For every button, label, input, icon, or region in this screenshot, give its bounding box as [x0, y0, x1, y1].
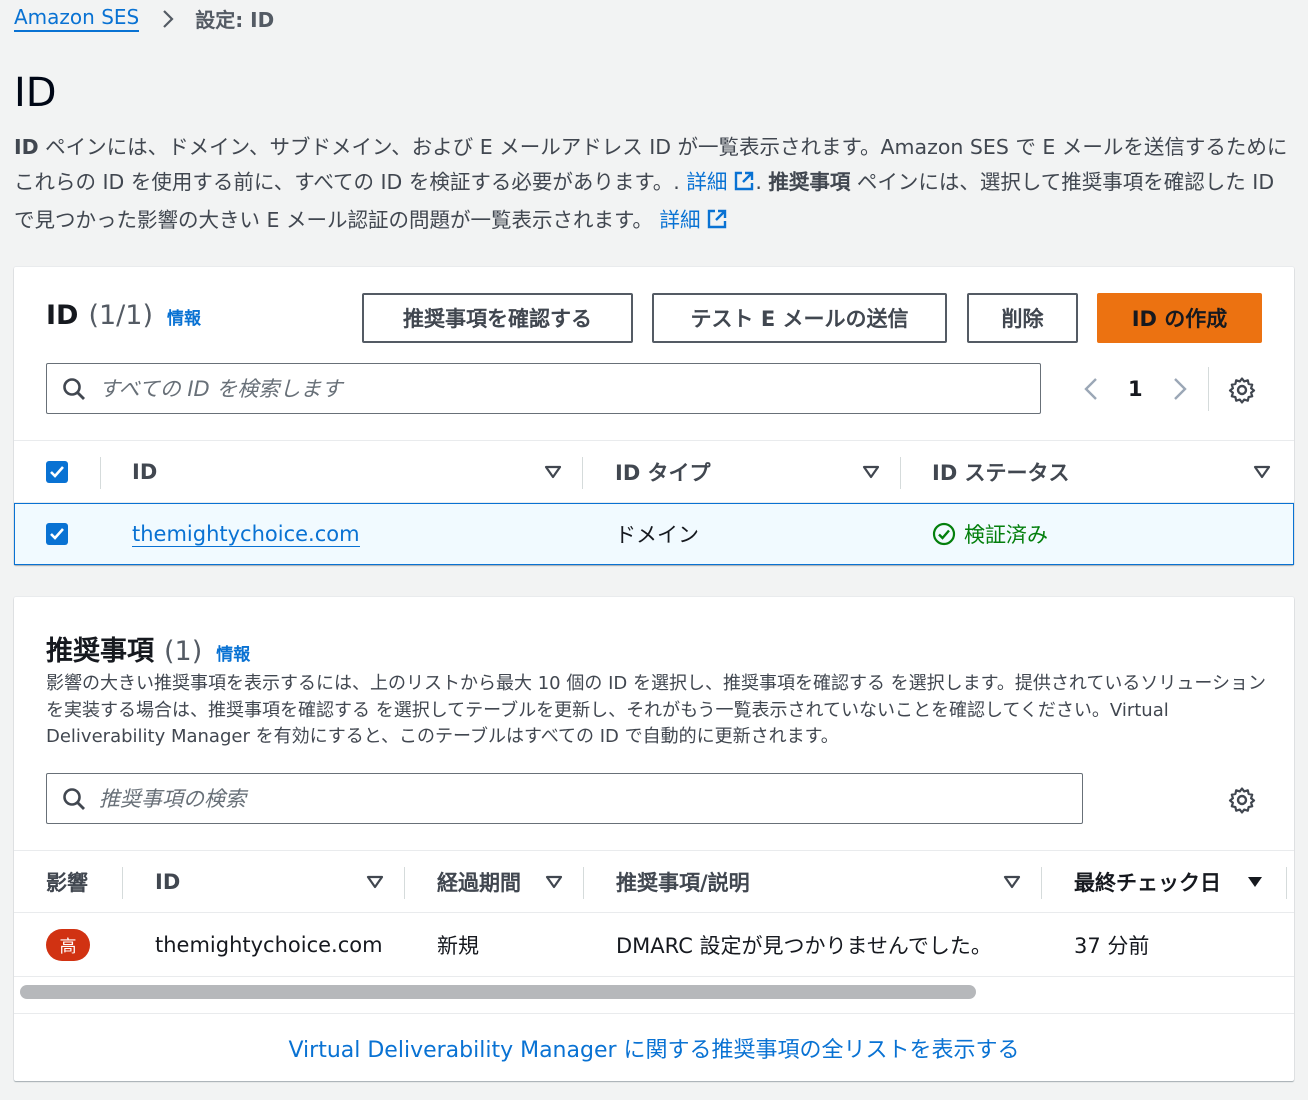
search-icon [61, 786, 87, 812]
column-separator [583, 867, 584, 899]
recommendations-description: 影響の大きい推奨事項を表示するには、上のリストから最大 10 個の ID を選択… [46, 673, 1266, 747]
send-test-email-button[interactable]: テスト E メールの送信 [652, 293, 947, 343]
column-header-label: 推奨事項/説明 [616, 870, 750, 895]
column-separator [122, 867, 123, 899]
sort-descending-icon [1246, 875, 1264, 889]
column-header-age[interactable]: 経過期間 [437, 851, 583, 912]
identities-count: (1/1) [88, 300, 153, 331]
identity-type-cell: ドメイン [615, 523, 699, 547]
breadcrumb-amazon-ses-link[interactable]: Amazon SES [14, 5, 140, 32]
column-header-id-status[interactable]: ID ステータス [932, 441, 1276, 502]
detail-link-label: 詳細 [659, 208, 701, 232]
page-description: ID ペインには、ドメイン、サブドメイン、および E メールアドレス ID が一… [14, 130, 1288, 241]
recommendation-id-cell: themightychoice.com [155, 932, 383, 957]
recommendations-info-link[interactable]: 情報 [216, 640, 250, 665]
column-header-id-type[interactable]: ID タイプ [615, 441, 900, 502]
external-link-icon [706, 206, 728, 241]
column-separator [900, 457, 901, 489]
identities-info-link[interactable]: 情報 [167, 304, 201, 329]
checkbox-checked-icon [46, 460, 68, 483]
identities-search[interactable] [46, 363, 1041, 414]
sort-caret-icon [366, 875, 384, 889]
table-row: 高 themightychoice.com 新規 DMARC 設定が見つかりませ… [14, 913, 1294, 977]
desc-bold-id: ID [14, 135, 39, 159]
success-check-icon [932, 522, 956, 546]
delete-button[interactable]: 削除 [967, 293, 1078, 343]
status-label: 検証済み [964, 523, 1048, 547]
checkbox-checked-icon [46, 523, 68, 545]
desc-bold-recommendations: 推奨事項 [768, 170, 851, 194]
column-header-id[interactable]: ID [155, 851, 404, 912]
page-title: ID [14, 70, 57, 116]
column-header-recommendation[interactable]: 推奨事項/説明 [616, 851, 1041, 912]
create-identity-button[interactable]: ID の作成 [1097, 293, 1262, 343]
column-separator [582, 457, 583, 489]
page-number[interactable]: 1 [1128, 377, 1143, 401]
recommendations-search[interactable] [46, 773, 1083, 824]
sort-caret-icon [862, 465, 880, 479]
recommendations-search-input[interactable] [99, 786, 1031, 811]
identity-link[interactable]: themightychoice.com [132, 522, 360, 547]
column-separator [1286, 867, 1287, 899]
search-icon [61, 376, 87, 402]
row-checkbox[interactable] [46, 504, 68, 564]
recommendations-header: 推奨事項 (1) 情報 [46, 629, 250, 668]
external-link-icon [733, 168, 755, 203]
breadcrumb-current: 設定: ID [195, 8, 275, 32]
column-header-last-checked[interactable]: 最終チェック日 [1074, 851, 1274, 912]
column-separator [100, 457, 101, 489]
detail-link-label: 詳細 [686, 170, 728, 194]
pagination: 1 [1076, 363, 1195, 415]
recommendations-table-header: 影響 ID 経過期間 推奨事項/説明 最終チェック日 [14, 850, 1294, 913]
identities-panel: ID (1/1) 情報 推奨事項を確認する テスト E メールの送信 削除 ID… [14, 267, 1294, 565]
last-checked-cell: 37 分前 [1074, 933, 1150, 958]
identity-cell: themightychoice.com [132, 504, 360, 564]
review-recommendations-button[interactable]: 推奨事項を確認する [362, 293, 633, 343]
column-header-impact[interactable]: 影響 [46, 851, 122, 912]
identities-header: ID (1/1) 情報 [46, 300, 201, 331]
select-all-checkbox[interactable] [46, 441, 68, 502]
column-header-label: 影響 [46, 870, 88, 895]
previous-page-icon[interactable] [1076, 376, 1106, 402]
column-header-label: 最終チェック日 [1074, 870, 1221, 895]
column-separator [404, 867, 405, 899]
column-header-label: ID [132, 459, 158, 484]
detail-link-1[interactable]: 詳細 [686, 170, 755, 194]
breadcrumb: Amazon SES 設定: ID [14, 4, 274, 33]
identities-search-input[interactable] [99, 376, 993, 401]
identities-title: ID [46, 300, 79, 331]
identities-table-header: ID ID タイプ ID ステータス [14, 440, 1294, 503]
column-header-label: 経過期間 [437, 870, 521, 895]
view-full-recommendations-link[interactable]: Virtual Deliverability Manager に関する推奨事項の… [14, 1013, 1294, 1081]
identity-status-cell: 検証済み [932, 504, 1048, 564]
recommendations-count: (1) [164, 636, 203, 667]
column-header-label: ID [155, 869, 181, 894]
sort-caret-icon [1253, 465, 1271, 479]
column-separator [1041, 867, 1042, 899]
column-header-label: ID ステータス [932, 460, 1070, 485]
column-header-id[interactable]: ID [132, 441, 582, 502]
impact-high-badge: 高 [46, 928, 90, 961]
recommendation-age-cell: 新規 [437, 933, 479, 958]
impact-cell: 高 [46, 913, 90, 976]
next-page-icon[interactable] [1165, 376, 1195, 402]
settings-gear-icon[interactable] [1228, 786, 1256, 814]
recommendations-title: 推奨事項 [46, 636, 154, 667]
detail-link-2[interactable]: 詳細 [659, 208, 728, 232]
toolbar-divider [1208, 367, 1209, 411]
recommendations-panel: 推奨事項 (1) 情報 影響の大きい推奨事項を表示するには、上のリストから最大 … [14, 597, 1294, 1081]
column-header-label: ID タイプ [615, 460, 711, 485]
sort-caret-icon [1003, 875, 1021, 889]
recommendation-description-cell: DMARC 設定が見つかりませんでした。 [616, 933, 992, 958]
status-verified: 検証済み [932, 519, 1048, 549]
sort-caret-icon [545, 875, 563, 889]
chevron-right-icon [161, 8, 175, 30]
settings-gear-icon[interactable] [1228, 376, 1256, 404]
horizontal-scrollbar[interactable] [20, 985, 976, 999]
table-row[interactable]: themightychoice.com ドメイン 検証済み [14, 503, 1294, 565]
sort-caret-icon [544, 465, 562, 479]
